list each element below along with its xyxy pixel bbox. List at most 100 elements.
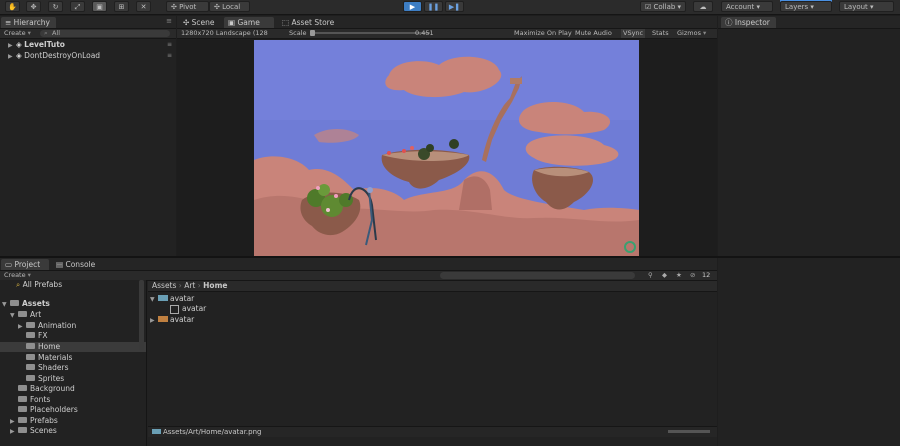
hierarchy-tab-label: Hierarchy — [13, 18, 50, 27]
project-create-button[interactable]: Create — [4, 271, 26, 279]
tree-item-prefabs[interactable]: ▶ Prefabs — [10, 416, 58, 426]
tab-inspector[interactable]: ⓘ Inspector — [721, 17, 776, 28]
tree-scrollbar[interactable] — [139, 280, 144, 350]
expand-arrow-icon[interactable]: ▶ — [8, 41, 16, 51]
tree-item-home[interactable]: Home — [0, 342, 146, 352]
custom-tool-icon[interactable]: ✕ — [136, 1, 151, 12]
tree-item-background[interactable]: Background — [18, 384, 75, 394]
gizmos-dropdown[interactable]: Gizmos — [677, 29, 701, 38]
game-viewport[interactable] — [254, 40, 639, 256]
tree-item-label: Animation — [38, 321, 77, 330]
pause-button[interactable]: ❚❚ — [424, 1, 443, 12]
pivot-toggle[interactable]: ✣ Pivot — [166, 1, 209, 12]
expand-arrow-icon[interactable]: ▼ — [150, 295, 158, 305]
tab-scene[interactable]: ✣ Scene — [179, 17, 219, 28]
tree-item-assets[interactable]: ▼ Assets — [2, 299, 50, 309]
tree-item-sprites[interactable]: Sprites — [26, 374, 64, 384]
tree-item-placeholders[interactable]: Placeholders — [18, 405, 78, 415]
folder-icon — [18, 406, 27, 412]
move-tool-icon[interactable]: ✥ — [26, 1, 41, 12]
tree-splitter[interactable] — [146, 280, 147, 446]
folder-icon — [10, 300, 19, 306]
tab-console[interactable]: ▤ Console — [52, 259, 99, 270]
vsync-toggle[interactable]: VSync — [621, 29, 646, 38]
local-label: Local — [222, 3, 241, 11]
layers-dropdown[interactable]: Layers ▾ — [780, 1, 832, 12]
tree-item-materials[interactable]: Materials — [26, 353, 72, 363]
rect-tool-icon[interactable]: ▣ — [92, 1, 107, 12]
hidden-packages-icon[interactable]: ⊘ — [690, 271, 695, 280]
tree-item-shaders[interactable]: Shaders — [26, 363, 68, 373]
icon-size-slider[interactable] — [668, 430, 710, 433]
file-item-avatar-sprite[interactable]: avatar — [170, 304, 206, 314]
layout-dropdown[interactable]: Layout ▾ — [839, 1, 894, 12]
account-label: Account — [726, 3, 755, 11]
type-filter-icon[interactable]: ◆ — [662, 271, 667, 280]
tree-item-fonts[interactable]: Fonts — [18, 395, 50, 405]
console-tab-label: Console — [65, 260, 96, 269]
hierarchy-item-dontdestroyonload[interactable]: ▶ ◈ DontDestroyOnLoad ≡ — [0, 51, 176, 61]
tree-item-fx[interactable]: FX — [26, 331, 47, 341]
mute-audio-toggle[interactable]: Mute Audio — [575, 29, 612, 38]
tab-game[interactable]: ▣ Game — [224, 17, 274, 28]
project-search-input[interactable] — [440, 272, 635, 279]
folder-icon — [18, 385, 27, 391]
tree-item-all-prefabs[interactable]: ⌕ All Prefabs — [16, 280, 62, 290]
breadcrumb-art[interactable]: Art — [184, 281, 195, 290]
game-tab-label: Game — [237, 18, 260, 27]
tree-item-scenes[interactable]: ▶ Scenes — [10, 426, 57, 436]
favorite-icon[interactable]: ★ — [676, 271, 682, 280]
folder-icon — [18, 427, 27, 433]
label-filter-icon[interactable]: ⚲ — [648, 271, 653, 280]
hierarchy-create-button[interactable]: Create — [4, 29, 26, 37]
image-icon — [158, 316, 168, 322]
folder-icon — [26, 332, 35, 338]
file-item-avatar-prefab[interactable]: ▶ avatar — [150, 315, 194, 325]
scale-slider[interactable] — [310, 32, 430, 34]
rotate-tool-icon[interactable]: ↻ — [48, 1, 63, 12]
breadcrumb: Assets › Art › Home — [148, 281, 717, 292]
expand-arrow-icon[interactable]: ▶ — [18, 322, 26, 332]
scale-tool-icon[interactable]: ⤢ — [70, 1, 85, 12]
tab-asset-store[interactable]: ⬚ Asset Store — [278, 17, 338, 28]
play-button[interactable]: ▶ — [403, 1, 422, 12]
expand-arrow-icon[interactable]: ▼ — [2, 300, 10, 310]
tab-hierarchy[interactable]: ≡ Hierarchy — [1, 17, 56, 28]
resolution-dropdown[interactable]: 1280x720 Landscape (128 — [181, 29, 268, 38]
breadcrumb-assets[interactable]: Assets — [152, 281, 176, 290]
item-menu-icon[interactable]: ≡ — [167, 40, 172, 50]
folder-icon — [26, 322, 35, 328]
hierarchy-item-leveltuto[interactable]: ▶ ◈ LevelTuto ≡ — [0, 40, 176, 50]
account-dropdown[interactable]: Account ▾ — [721, 1, 773, 12]
tree-item-art[interactable]: ▼ Art — [10, 310, 41, 320]
item-menu-icon[interactable]: ≡ — [167, 51, 172, 61]
tab-project[interactable]: ▭ Project — [1, 259, 49, 270]
local-toggle[interactable]: ✣ Local — [209, 1, 250, 12]
asset-store-tab-label: Asset Store — [291, 18, 335, 27]
breadcrumb-home[interactable]: Home — [203, 281, 227, 290]
inspector-tab-label: Inspector — [734, 18, 770, 27]
hierarchy-subbar: Create ▾ ⌕ All — [0, 29, 176, 39]
panel-menu-icon[interactable]: ≡ — [166, 17, 172, 25]
layout-label: Layout — [844, 3, 868, 11]
tree-item-label: Prefabs — [30, 416, 58, 425]
expand-arrow-icon[interactable]: ▼ — [10, 311, 18, 321]
maximize-on-play-toggle[interactable]: Maximize On Play — [514, 29, 572, 38]
hand-tool-icon[interactable]: ✋ — [5, 1, 20, 12]
collab-button[interactable]: ☑ Collab ▾ — [640, 1, 686, 12]
step-button[interactable]: ▶❚ — [445, 1, 464, 12]
folder-icon — [26, 354, 35, 360]
expand-arrow-icon[interactable]: ▶ — [8, 52, 16, 62]
scale-slider-handle[interactable] — [310, 30, 315, 36]
transform-tool-icon[interactable]: ⊞ — [114, 1, 129, 12]
tree-item-label: Materials — [38, 353, 73, 362]
expand-arrow-icon[interactable]: ▶ — [10, 427, 18, 437]
folder-icon — [18, 311, 27, 317]
pivot-icon: ✣ — [171, 3, 180, 11]
cloud-icon[interactable]: ☁ — [693, 1, 713, 12]
file-item-avatar-texture[interactable]: ▼ avatar — [150, 294, 194, 304]
sprite-icon — [170, 304, 179, 314]
stats-toggle[interactable]: Stats — [652, 29, 669, 38]
expand-arrow-icon[interactable]: ▶ — [150, 316, 158, 326]
tree-item-animation[interactable]: ▶ Animation — [18, 321, 76, 331]
